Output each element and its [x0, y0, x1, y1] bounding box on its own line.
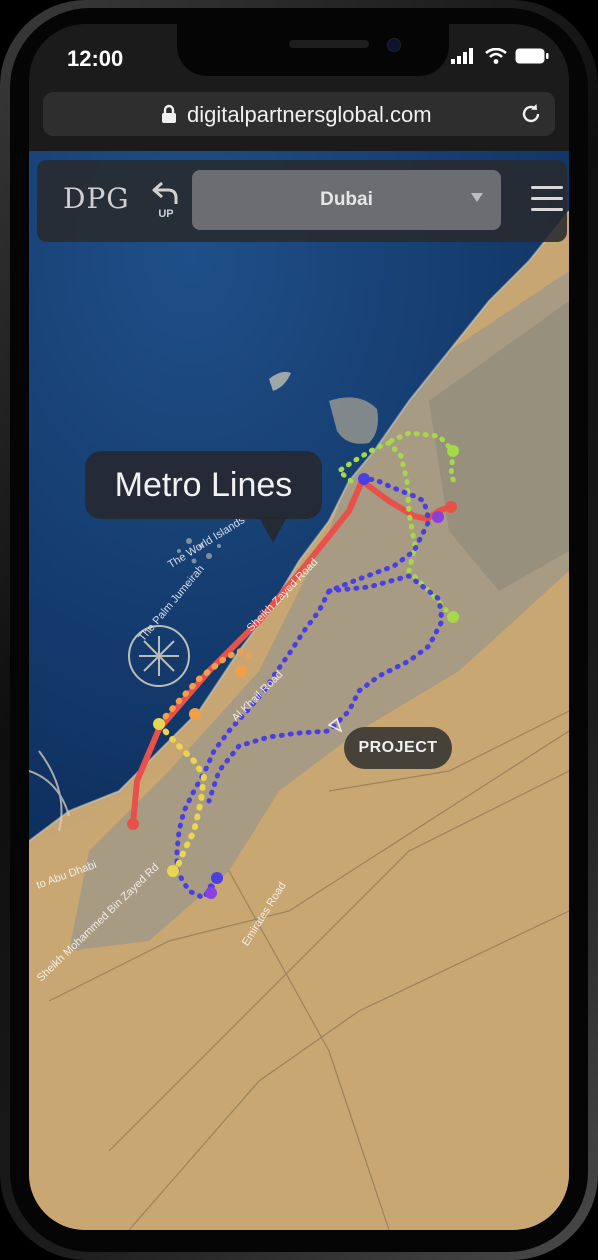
project-button-label: PROJECT — [358, 739, 438, 756]
menu-button[interactable] — [531, 186, 563, 216]
station-icon-purple-2 — [205, 887, 217, 899]
callout-title: Metro Lines — [114, 466, 293, 504]
metro-map[interactable] — [29, 151, 569, 1230]
wifi-icon — [485, 48, 507, 64]
status-time: 12:00 — [67, 46, 124, 71]
station-icon-red-north — [445, 501, 457, 513]
up-arrow-icon — [152, 181, 178, 204]
speaker — [289, 40, 369, 48]
station-icon-orange-1 — [189, 708, 201, 720]
station-icon-green-2 — [447, 611, 459, 623]
city-select-value: Dubai — [320, 189, 373, 210]
signal-icon — [451, 48, 473, 64]
project-button[interactable]: PROJECT — [344, 727, 452, 769]
station-icon-purple-1 — [432, 511, 444, 523]
city-select[interactable]: Dubai — [192, 170, 501, 230]
station-icon-blue-south — [211, 872, 223, 884]
menu-bar — [531, 197, 563, 200]
station-icon-orange-2 — [235, 665, 247, 677]
menu-bar — [531, 186, 563, 189]
station-icon-yellow-2 — [167, 865, 179, 877]
metro-lines-callout: Metro Lines — [85, 451, 322, 519]
battery-icon — [515, 48, 549, 64]
status-icons — [451, 48, 549, 64]
station-icon-yellow-1 — [153, 718, 165, 730]
station-icon-blue-north — [358, 473, 370, 485]
app-header: DPG UP Dubai — [37, 160, 567, 242]
url-text: digitalpartnersglobal.com — [187, 102, 432, 127]
reload-icon[interactable] — [519, 102, 543, 126]
station-icon-green-1 — [447, 445, 459, 457]
menu-bar — [531, 208, 563, 211]
notch — [177, 24, 449, 76]
camera-icon — [387, 38, 401, 52]
logo[interactable]: DPG — [63, 182, 130, 215]
up-label: UP — [158, 208, 174, 220]
lock-icon — [162, 104, 176, 123]
phone-screen: 12:00 digitalpartnersglobal.com The Worl… — [29, 24, 569, 1230]
address-bar[interactable]: digitalpartnersglobal.com — [43, 92, 555, 136]
station-icon-red-end — [127, 818, 139, 830]
up-button[interactable]: UP — [149, 180, 183, 224]
chevron-down-icon — [471, 193, 483, 202]
callout-tail — [259, 517, 287, 543]
